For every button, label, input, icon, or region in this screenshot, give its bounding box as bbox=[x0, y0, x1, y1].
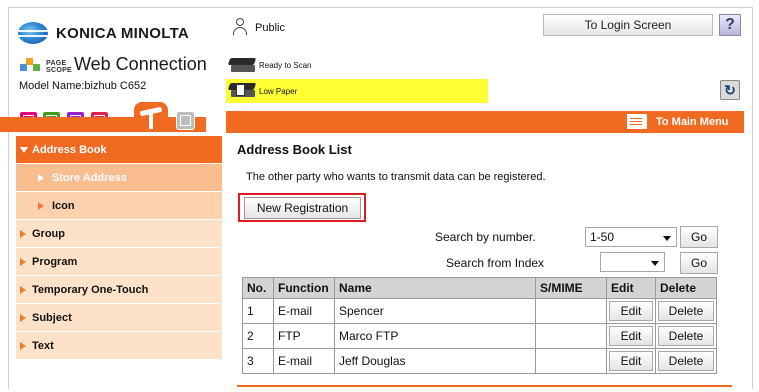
column-header: No. bbox=[242, 277, 274, 299]
new-registration-button[interactable]: New Registration bbox=[244, 197, 361, 219]
sidebar-item-label: Subject bbox=[32, 311, 72, 324]
login-screen-button[interactable]: To Login Screen bbox=[543, 14, 713, 36]
product-logo: PAGE SCOPE Web Connection bbox=[20, 54, 207, 74]
delete-button[interactable]: Delete bbox=[658, 351, 714, 371]
row-function: E-mail bbox=[273, 298, 335, 324]
sidebar-item-address-book[interactable]: Address Book bbox=[16, 136, 222, 164]
delete-button[interactable]: Delete bbox=[658, 301, 714, 321]
arrow-right-icon bbox=[20, 258, 26, 266]
page-title: Address Book List bbox=[237, 142, 352, 157]
arrow-right-icon bbox=[20, 286, 26, 294]
row-smime bbox=[535, 348, 607, 374]
edit-button[interactable]: Edit bbox=[609, 351, 653, 371]
column-header: Edit bbox=[606, 277, 656, 299]
arrow-right-icon bbox=[38, 174, 44, 182]
pagescope-icon bbox=[20, 56, 42, 74]
konica-minolta-logo-icon bbox=[18, 22, 48, 44]
mode-tabs bbox=[0, 102, 222, 132]
product-name: Web Connection bbox=[74, 54, 207, 74]
column-header: Function bbox=[273, 277, 335, 299]
sidebar-item-label: Temporary One-Touch bbox=[32, 283, 149, 296]
sidebar-item-label: Text bbox=[32, 339, 54, 352]
warning-status: Low Paper bbox=[259, 87, 298, 96]
delete-button[interactable]: Delete bbox=[658, 326, 714, 346]
store-address-tab[interactable] bbox=[134, 102, 168, 132]
search-number-label: Search by number. bbox=[435, 230, 536, 244]
user-label: Public bbox=[255, 22, 285, 34]
edit-button[interactable]: Edit bbox=[609, 301, 653, 321]
main-menu-icon[interactable] bbox=[627, 114, 647, 129]
row-name: Marco FTP bbox=[334, 323, 536, 349]
table-row: 2 FTP Marco FTP Edit Delete bbox=[242, 323, 717, 349]
sidebar-item-label: Address Book bbox=[32, 143, 107, 156]
arrow-right-icon bbox=[20, 230, 26, 238]
sidebar-item-icon[interactable]: Icon bbox=[16, 192, 222, 220]
bottom-divider bbox=[237, 385, 732, 387]
row-smime bbox=[535, 323, 607, 349]
edit-button[interactable]: Edit bbox=[609, 326, 653, 346]
refresh-icon[interactable]: ↻ bbox=[720, 80, 740, 100]
column-header: S/MIME bbox=[535, 277, 607, 299]
sidebar-item-program[interactable]: Program bbox=[16, 248, 222, 276]
delete-cell: Delete bbox=[655, 348, 717, 374]
row-number: 3 bbox=[242, 348, 274, 374]
table-row: 3 E-mail Jeff Douglas Edit Delete bbox=[242, 348, 717, 374]
expanded-arrow-icon bbox=[20, 147, 28, 153]
brand: KONICA MINOLTA bbox=[18, 22, 189, 44]
sidebar-item-text[interactable]: Text bbox=[16, 332, 222, 360]
brand-name: KONICA MINOLTA bbox=[56, 24, 190, 42]
table-header-row: No. Function Name S/MIME Edit Delete bbox=[242, 277, 717, 299]
pagescope-word: PAGE SCOPE bbox=[46, 60, 73, 74]
sidebar-item-subject[interactable]: Subject bbox=[16, 304, 222, 332]
sidebar-item-label: Group bbox=[32, 227, 65, 240]
sidebar-item-label: Icon bbox=[52, 199, 75, 212]
search-number-select[interactable]: 1-50 bbox=[585, 227, 677, 247]
search-index-go-button[interactable]: Go bbox=[680, 252, 718, 274]
delete-cell: Delete bbox=[655, 298, 717, 324]
column-header: Delete bbox=[655, 277, 717, 299]
main-menu-link[interactable]: To Main Menu bbox=[656, 116, 729, 128]
model-name: Model Name:bizhub C652 bbox=[19, 80, 147, 92]
row-smime bbox=[535, 298, 607, 324]
delete-cell: Delete bbox=[655, 323, 717, 349]
search-index-select[interactable] bbox=[600, 252, 665, 272]
search-index-label: Search from Index bbox=[446, 256, 545, 270]
chevron-down-icon bbox=[651, 261, 659, 266]
edit-cell: Edit bbox=[606, 323, 656, 349]
sidebar-item-label: Program bbox=[32, 255, 78, 268]
device-status: Ready to Scan bbox=[259, 61, 312, 70]
chevron-down-icon bbox=[663, 236, 671, 241]
row-name: Jeff Douglas bbox=[334, 348, 536, 374]
sidebar-item-temporary-one-touch[interactable]: Temporary One-Touch bbox=[16, 276, 222, 304]
address-book-table: No. Function Name S/MIME Edit Delete 1 E… bbox=[242, 277, 717, 374]
scanner-icon bbox=[227, 58, 257, 72]
arrow-right-icon bbox=[20, 314, 26, 322]
sidebar-item-group[interactable]: Group bbox=[16, 220, 222, 248]
row-name: Spencer bbox=[334, 298, 536, 324]
arrow-right-icon bbox=[20, 342, 26, 350]
arrow-right-icon bbox=[38, 202, 44, 210]
fax-tab[interactable] bbox=[176, 111, 195, 130]
sidebar-item-store-address[interactable]: Store Address bbox=[16, 164, 222, 192]
row-function: FTP bbox=[273, 323, 335, 349]
search-number-value: 1-50 bbox=[590, 230, 615, 244]
edit-cell: Edit bbox=[606, 298, 656, 324]
edit-cell: Edit bbox=[606, 348, 656, 374]
sidebar-item-label: Store Address bbox=[52, 171, 127, 184]
row-number: 2 bbox=[242, 323, 274, 349]
search-number-go-button[interactable]: Go bbox=[680, 226, 718, 248]
row-function: E-mail bbox=[273, 348, 335, 374]
help-button[interactable]: ? bbox=[719, 14, 741, 36]
user-icon bbox=[232, 18, 248, 36]
column-header: Name bbox=[334, 277, 536, 299]
table-row: 1 E-mail Spencer Edit Delete bbox=[242, 298, 717, 324]
page-description: The other party who wants to transmit da… bbox=[246, 171, 546, 183]
row-number: 1 bbox=[242, 298, 274, 324]
sidebar: Address Book Store Address Icon Group Pr… bbox=[16, 136, 222, 360]
paper-sheet-icon bbox=[236, 84, 245, 96]
